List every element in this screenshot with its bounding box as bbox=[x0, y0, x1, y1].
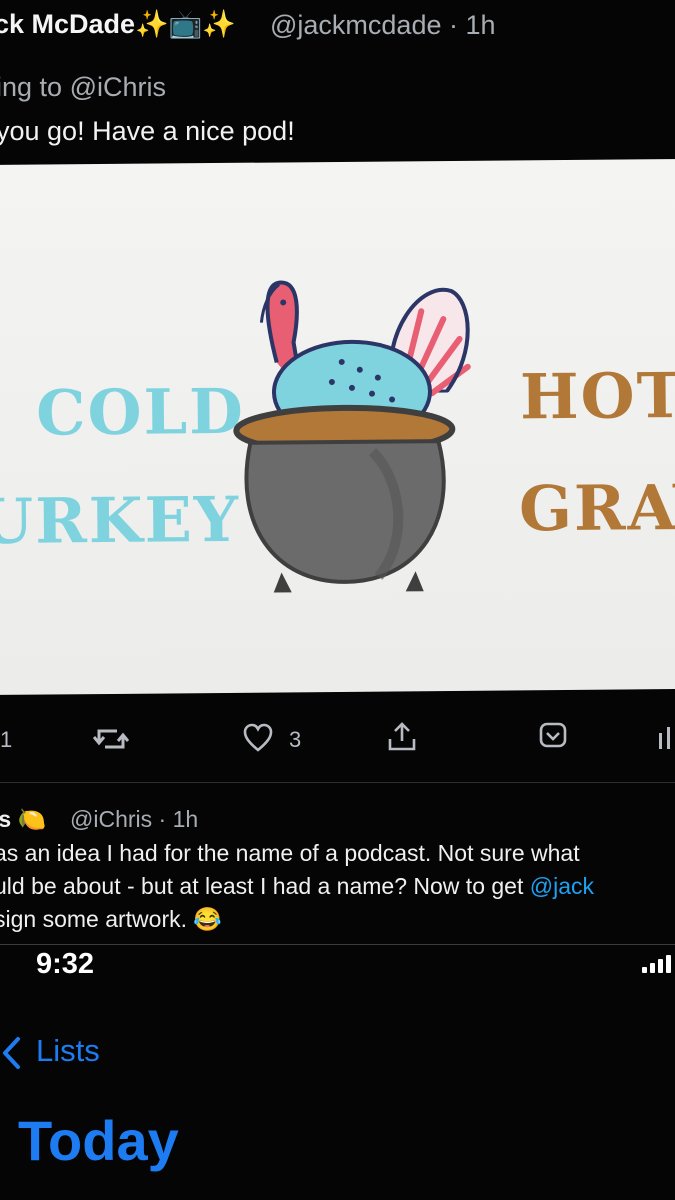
page-title: Today bbox=[18, 1109, 179, 1172]
tweet-actions: 1 3 bbox=[0, 715, 675, 761]
share-icon[interactable] bbox=[387, 721, 417, 753]
chevron-left-icon bbox=[3, 1036, 20, 1069]
back-button[interactable]: Lists bbox=[0, 1033, 100, 1070]
tweet2-text-line2-prefix: uld be about - but at least I had a name… bbox=[0, 873, 530, 899]
heart-icon[interactable] bbox=[243, 723, 273, 753]
replying-to: ing to @iChris bbox=[0, 72, 166, 103]
screen-edge-divider bbox=[0, 944, 675, 945]
turkey-cauldron-icon bbox=[233, 280, 471, 593]
tweet-divider bbox=[0, 782, 675, 783]
artwork-hot-text: HOT bbox=[519, 358, 675, 434]
tweet2-mention-link[interactable]: @jack bbox=[530, 873, 594, 899]
tweet-author-handle[interactable]: @jackmcdade · 1h bbox=[270, 10, 496, 41]
artwork-cold-text: COLD bbox=[35, 374, 246, 450]
analytics-icon[interactable] bbox=[655, 723, 675, 751]
tweet2-author-name[interactable]: is 🍋 bbox=[0, 806, 46, 833]
tweet-author-name[interactable]: ck McDade✨📺✨ bbox=[0, 8, 236, 40]
status-bar-time: 9:32 bbox=[36, 948, 95, 980]
artwork-gravy-text: GRAV bbox=[518, 470, 675, 546]
artwork-turkey-text: URKEY bbox=[0, 482, 241, 559]
replying-prefix: ing to bbox=[0, 72, 63, 102]
tweet-media-image[interactable]: COLD URKEY HOT GRAV bbox=[0, 158, 675, 695]
bookmark-icon[interactable] bbox=[538, 721, 568, 751]
tweet-text: you go! Have a nice pod! bbox=[0, 116, 295, 146]
replying-mention[interactable]: @iChris bbox=[70, 72, 166, 102]
tweet2-text-line3: sign some artwork. 😂 bbox=[0, 906, 223, 932]
tweet2-author-handle[interactable]: @iChris · 1h bbox=[70, 806, 198, 833]
reply-count: 1 bbox=[0, 727, 13, 752]
back-button-label: Lists bbox=[36, 1033, 100, 1068]
tweet2-text-line1: as an idea I had for the name of a podca… bbox=[0, 840, 580, 866]
signal-strength-icon bbox=[642, 955, 671, 973]
like-count: 3 bbox=[289, 727, 302, 752]
tweet2-text-line2: uld be about - but at least I had a name… bbox=[0, 873, 594, 900]
retweet-icon[interactable] bbox=[93, 725, 129, 753]
